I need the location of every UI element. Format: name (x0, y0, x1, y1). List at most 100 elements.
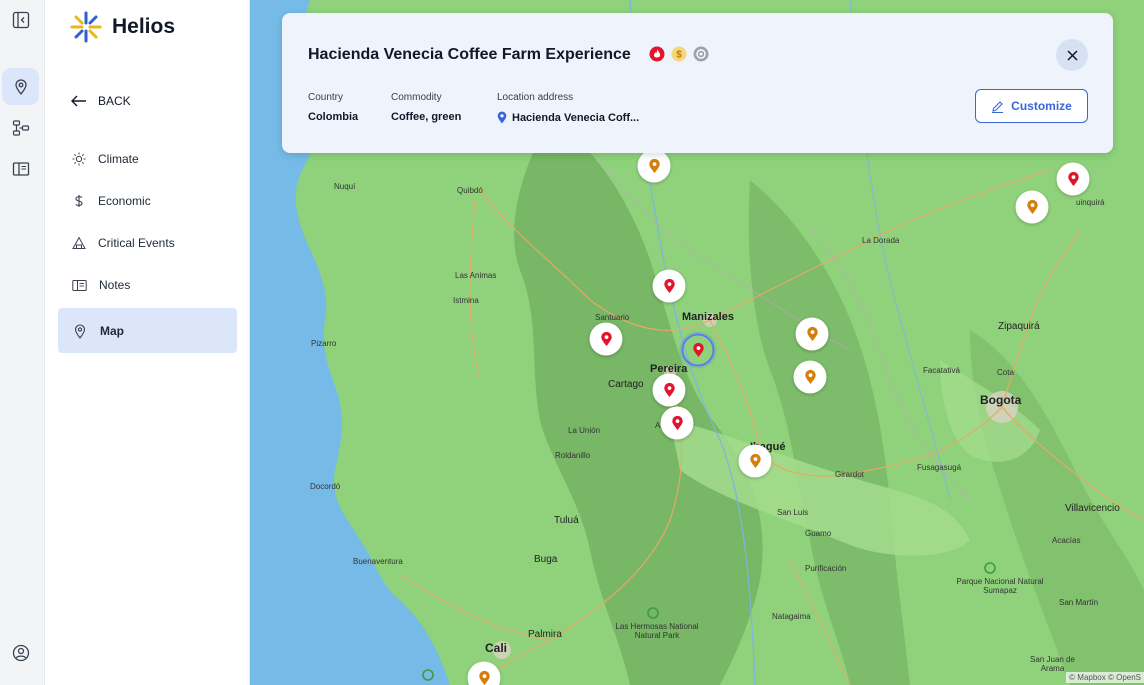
rail-book-button[interactable] (2, 150, 39, 187)
location-pin-icon (806, 326, 818, 341)
location-detail-card: Hacienda Venecia Coffee Farm Experience … (282, 13, 1113, 153)
map-marker-orange[interactable] (738, 444, 772, 478)
close-icon (1066, 49, 1078, 61)
location-pin-icon (1067, 171, 1079, 186)
sidebar-item-label: Climate (98, 152, 139, 166)
country-value: Colombia (308, 111, 359, 123)
location-pin-icon (497, 111, 507, 124)
app-root: Helios BACK Climate Economic Critical Ev… (0, 0, 1144, 685)
place-label: Nuquí (334, 182, 356, 191)
location-field: Location address Hacienda Venecia Coff..… (497, 92, 639, 124)
icon-rail (0, 0, 45, 685)
customize-button[interactable]: Customize (975, 89, 1088, 123)
map-attribution[interactable]: © Mapbox © OpenS (1066, 672, 1144, 683)
map-marker-orange[interactable] (1015, 190, 1049, 224)
back-button[interactable]: BACK (70, 94, 131, 108)
place-label: Las Animas (455, 271, 497, 280)
sidebar-item-critical-events[interactable]: Critical Events (58, 222, 237, 264)
selected-map-marker[interactable] (681, 333, 715, 367)
map-marker-red[interactable] (1056, 162, 1090, 196)
map-marker-orange[interactable] (793, 360, 827, 394)
place-label: Fusagasugá (917, 463, 962, 472)
commodity-label: Commodity (391, 92, 442, 103)
place-label: Acacías (1052, 536, 1081, 545)
location-pin-icon (663, 278, 675, 293)
commodity-value: Coffee, green (391, 111, 462, 123)
country-label: Country (308, 92, 344, 103)
sidebar-item-economic[interactable]: Economic (58, 180, 237, 222)
commodity-field: Commodity Coffee, green (391, 92, 461, 123)
map-marker-orange[interactable] (795, 317, 829, 351)
map-pin-icon (14, 78, 27, 95)
location-pin-icon (663, 382, 675, 397)
place-label: Buga (534, 554, 558, 565)
location-pin-icon (600, 331, 612, 346)
brand-name: Helios (112, 15, 176, 38)
place-label: La Unión (568, 426, 601, 435)
place-label: La Dorada (862, 236, 900, 245)
settings-badge-icon (693, 46, 709, 62)
warning-icon (72, 236, 86, 249)
location-pin-icon (749, 453, 761, 468)
place-label: Buenaventura (353, 557, 403, 566)
place-label: Tuluá (554, 515, 579, 526)
place-label: Docordó (310, 482, 341, 491)
country-field: Country Colombia (308, 92, 358, 123)
place-label: Cota (997, 368, 1014, 377)
brand[interactable]: Helios (70, 11, 175, 43)
place-label: Bogota (980, 393, 1022, 407)
location-pin-icon (671, 415, 683, 430)
location-pin-icon (478, 670, 490, 685)
location-pin-icon (1026, 199, 1038, 214)
location-pin-icon (692, 342, 704, 357)
map-marker-red[interactable] (660, 406, 694, 440)
place-label: Parque Nacional Natural Sumapaz (956, 577, 1044, 595)
place-label: Purificación (805, 564, 847, 573)
place-label: Facatativá (923, 366, 960, 375)
rail-network-button[interactable] (2, 109, 39, 146)
map-marker-red[interactable] (652, 269, 686, 303)
title-badges: $ (649, 46, 709, 62)
place-label: Zipaquirá (998, 321, 1040, 332)
fire-icon (649, 46, 665, 62)
sidebar-item-label: Notes (99, 278, 131, 292)
dollar-badge-icon: $ (671, 46, 687, 62)
map-marker-orange[interactable] (637, 149, 671, 183)
place-label: Santuario (595, 313, 630, 322)
sidebar-item-climate[interactable]: Climate (58, 138, 237, 180)
sidebar-item-map[interactable]: Map (58, 308, 237, 353)
network-icon (12, 119, 29, 136)
collapse-icon (12, 11, 29, 28)
location-value: Hacienda Venecia Coff... (512, 111, 640, 124)
place-label: Cali (485, 641, 508, 655)
collapse-sidebar-button[interactable] (2, 1, 39, 38)
dollar-icon (75, 195, 83, 207)
helios-logo-icon (70, 11, 102, 43)
place-label: Las Hermosas National Natural Park (615, 622, 699, 640)
rail-map-button[interactable] (2, 68, 39, 105)
place-label: San Juan de Arama (1030, 655, 1075, 673)
map-marker-red[interactable] (652, 373, 686, 407)
place-label: Cartago (608, 379, 644, 390)
place-label: Roldanillo (555, 451, 591, 460)
location-value-row[interactable]: Hacienda Venecia Coff... (497, 111, 639, 124)
place-label: San Martín (1059, 598, 1099, 607)
place-label: Palmira (528, 629, 562, 640)
place-label: Manizales (682, 311, 734, 323)
place-label: Natagaima (772, 612, 811, 621)
sidebar-item-label: Map (100, 323, 124, 338)
sidebar-item-label: Critical Events (98, 236, 175, 250)
location-pin-icon (648, 158, 660, 173)
map-pin-icon (74, 323, 86, 339)
account-button[interactable] (2, 634, 39, 671)
close-button[interactable] (1056, 39, 1088, 71)
map-marker-red[interactable] (589, 322, 623, 356)
back-label: BACK (98, 94, 131, 108)
sidebar-nav: Climate Economic Critical Events Notes M… (58, 138, 237, 353)
place-label: Guamo (805, 529, 832, 538)
user-icon (12, 644, 29, 661)
sidebar-item-notes[interactable]: Notes (58, 264, 237, 306)
place-label: uinquirá (1076, 198, 1105, 207)
place-label: San Luis (777, 508, 809, 517)
sidebar: Helios BACK Climate Economic Critical Ev… (45, 0, 250, 685)
